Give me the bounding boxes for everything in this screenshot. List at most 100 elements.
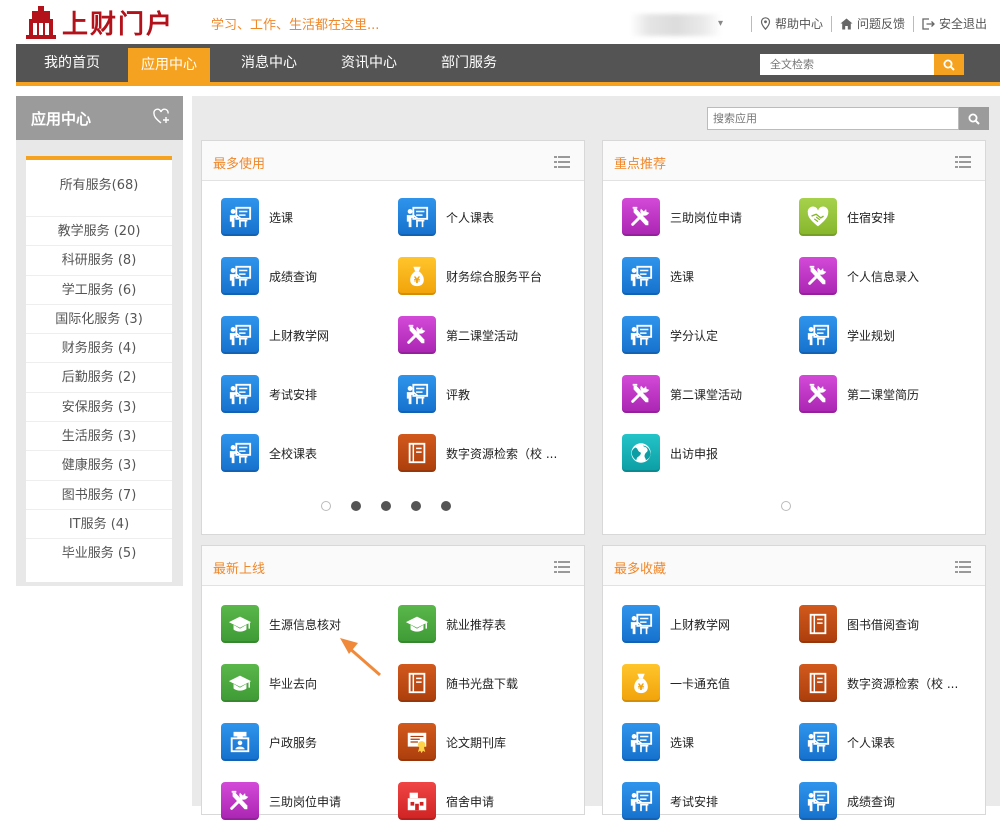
pagination-dot[interactable] xyxy=(411,501,421,511)
fulltext-search-input[interactable] xyxy=(760,54,934,75)
app-tile[interactable]: 第二课堂活动 xyxy=(622,372,742,416)
app-tile[interactable]: 学业规划 xyxy=(799,313,895,357)
app-search-input[interactable] xyxy=(707,107,959,130)
app-tile[interactable]: 数字资源检索（校 ... xyxy=(799,661,958,705)
category-item[interactable]: 毕业服务 (5) xyxy=(26,538,172,567)
blackboard-teacher-icon xyxy=(221,257,259,295)
pagination-dots xyxy=(321,501,471,511)
panel-title: 最新上线 xyxy=(213,562,266,577)
list-menu-icon[interactable] xyxy=(955,156,971,168)
logout-link[interactable]: 安全退出 xyxy=(914,15,995,32)
category-item[interactable]: 科研服务 (8) xyxy=(26,245,172,274)
app-tile[interactable]: 三助岗位申请 xyxy=(221,779,341,823)
app-tile[interactable]: 个人信息录入 xyxy=(799,254,919,298)
app-tile[interactable]: 学分认定 xyxy=(622,313,718,357)
app-tile[interactable]: 宿舍申请 xyxy=(398,779,494,823)
list-menu-icon[interactable] xyxy=(554,561,570,573)
app-tile[interactable]: 毕业去向 xyxy=(221,661,317,705)
panel-title: 重点推荐 xyxy=(614,157,667,172)
pagination-dot[interactable] xyxy=(321,501,331,511)
app-tile[interactable]: 就业推荐表 xyxy=(398,602,506,646)
app-tile[interactable]: 上财教学网 xyxy=(221,313,329,357)
app-tile[interactable]: ¥ 一卡通充值 xyxy=(622,661,730,705)
app-tile[interactable]: 评教 xyxy=(398,372,470,416)
list-menu-icon[interactable] xyxy=(554,156,570,168)
app-label: 第二课堂活动 xyxy=(446,328,519,343)
app-label: 评教 xyxy=(446,387,471,402)
category-all-services[interactable]: 所有服务(68) xyxy=(26,174,172,193)
pagination-dot[interactable] xyxy=(781,501,791,511)
app-label: 个人信息录入 xyxy=(847,269,920,284)
app-tile[interactable]: 个人课表 xyxy=(799,720,895,764)
app-tile[interactable]: ¥ 财务综合服务平台 xyxy=(398,254,542,298)
category-item[interactable]: 后勤服务 (2) xyxy=(26,362,172,391)
category-item[interactable]: 财务服务 (4) xyxy=(26,333,172,362)
app-tile[interactable]: 住宿安排 xyxy=(799,195,895,239)
category-item[interactable]: 图书服务 (7) xyxy=(26,479,172,509)
site-logo[interactable]: 上财门户 xyxy=(26,4,174,40)
category-item[interactable]: 生活服务 (3) xyxy=(26,421,172,450)
app-tile[interactable]: 上财教学网 xyxy=(622,602,730,646)
nav-app-center[interactable]: 应用中心 xyxy=(128,48,210,82)
category-item[interactable]: 安保服务 (3) xyxy=(26,391,172,421)
app-label: 一卡通充值 xyxy=(670,676,731,691)
app-tile[interactable]: 选课 xyxy=(622,720,694,764)
pagination-dot[interactable] xyxy=(441,501,451,511)
app-label: 第二课堂简历 xyxy=(847,387,920,402)
category-item[interactable]: 国际化服务 (3) xyxy=(26,303,172,333)
blackboard-teacher-icon xyxy=(221,434,259,472)
app-tile[interactable]: 考试安排 xyxy=(622,779,718,823)
app-tile[interactable]: 第二课堂简历 xyxy=(799,372,919,416)
app-tile[interactable]: 数字资源检索（校 ... xyxy=(398,431,557,475)
pagination-dot[interactable] xyxy=(381,501,391,511)
app-tile[interactable]: 图书借阅查询 xyxy=(799,602,919,646)
nav-news-center[interactable]: 资讯中心 xyxy=(326,44,412,82)
app-tile[interactable]: 全校课表 xyxy=(221,431,317,475)
graduation-cap-icon xyxy=(398,605,436,643)
user-name-blurred[interactable] xyxy=(630,14,722,36)
feedback-link[interactable]: 问题反馈 xyxy=(832,15,913,32)
pagination-dot[interactable] xyxy=(351,501,361,511)
app-label: 宿舍申请 xyxy=(446,794,495,809)
app-search-button[interactable] xyxy=(959,107,989,130)
app-tile[interactable]: 成绩查询 xyxy=(221,254,317,298)
app-tile[interactable]: 随书光盘下载 xyxy=(398,661,518,705)
app-label: 个人课表 xyxy=(446,210,495,225)
app-tile[interactable]: 个人课表 xyxy=(398,195,494,239)
app-label: 全校课表 xyxy=(269,446,318,461)
search-icon xyxy=(943,59,955,71)
nav-message-center[interactable]: 消息中心 xyxy=(226,44,312,82)
app-label: 随书光盘下载 xyxy=(446,676,519,691)
app-tile[interactable]: 三助岗位申请 xyxy=(622,195,742,239)
fulltext-search-button[interactable] xyxy=(934,54,964,75)
app-tile[interactable]: 考试安排 xyxy=(221,372,317,416)
category-item[interactable]: 健康服务 (3) xyxy=(26,450,172,479)
app-label: 就业推荐表 xyxy=(446,617,507,632)
help-center-link[interactable]: 帮助中心 xyxy=(752,15,831,32)
school-emblem-icon xyxy=(26,6,56,39)
globe-icon xyxy=(622,434,660,472)
category-item[interactable]: IT服务 (4) xyxy=(26,508,172,538)
app-tile[interactable]: 出访申报 xyxy=(622,431,718,475)
app-tile[interactable]: 第二课堂活动 xyxy=(398,313,518,357)
category-item[interactable]: 学工服务 (6) xyxy=(26,274,172,304)
tools-icon xyxy=(398,316,436,354)
app-tile[interactable]: 户政服务 xyxy=(221,720,317,764)
app-tile[interactable]: 论文期刊库 xyxy=(398,720,506,764)
sidebar-title: 应用中心 xyxy=(31,110,92,128)
panel-header: 最新上线 xyxy=(202,546,584,586)
home-icon xyxy=(840,18,853,29)
location-pin-icon xyxy=(760,17,771,30)
app-label: 学业规划 xyxy=(847,328,896,343)
app-tile[interactable]: 生源信息核对 xyxy=(221,602,341,646)
user-dropdown-caret-icon[interactable]: ▾ xyxy=(718,18,723,29)
nav-my-home[interactable]: 我的首页 xyxy=(26,44,118,82)
favorite-add-icon[interactable] xyxy=(153,108,171,125)
app-tile[interactable]: 选课 xyxy=(221,195,293,239)
app-tile[interactable]: 选课 xyxy=(622,254,694,298)
list-menu-icon[interactable] xyxy=(955,561,971,573)
app-tile[interactable]: 成绩查询 xyxy=(799,779,895,823)
blackboard-teacher-icon xyxy=(622,316,660,354)
nav-department-services[interactable]: 部门服务 xyxy=(426,44,512,82)
category-item[interactable]: 教学服务 (20) xyxy=(26,216,172,245)
